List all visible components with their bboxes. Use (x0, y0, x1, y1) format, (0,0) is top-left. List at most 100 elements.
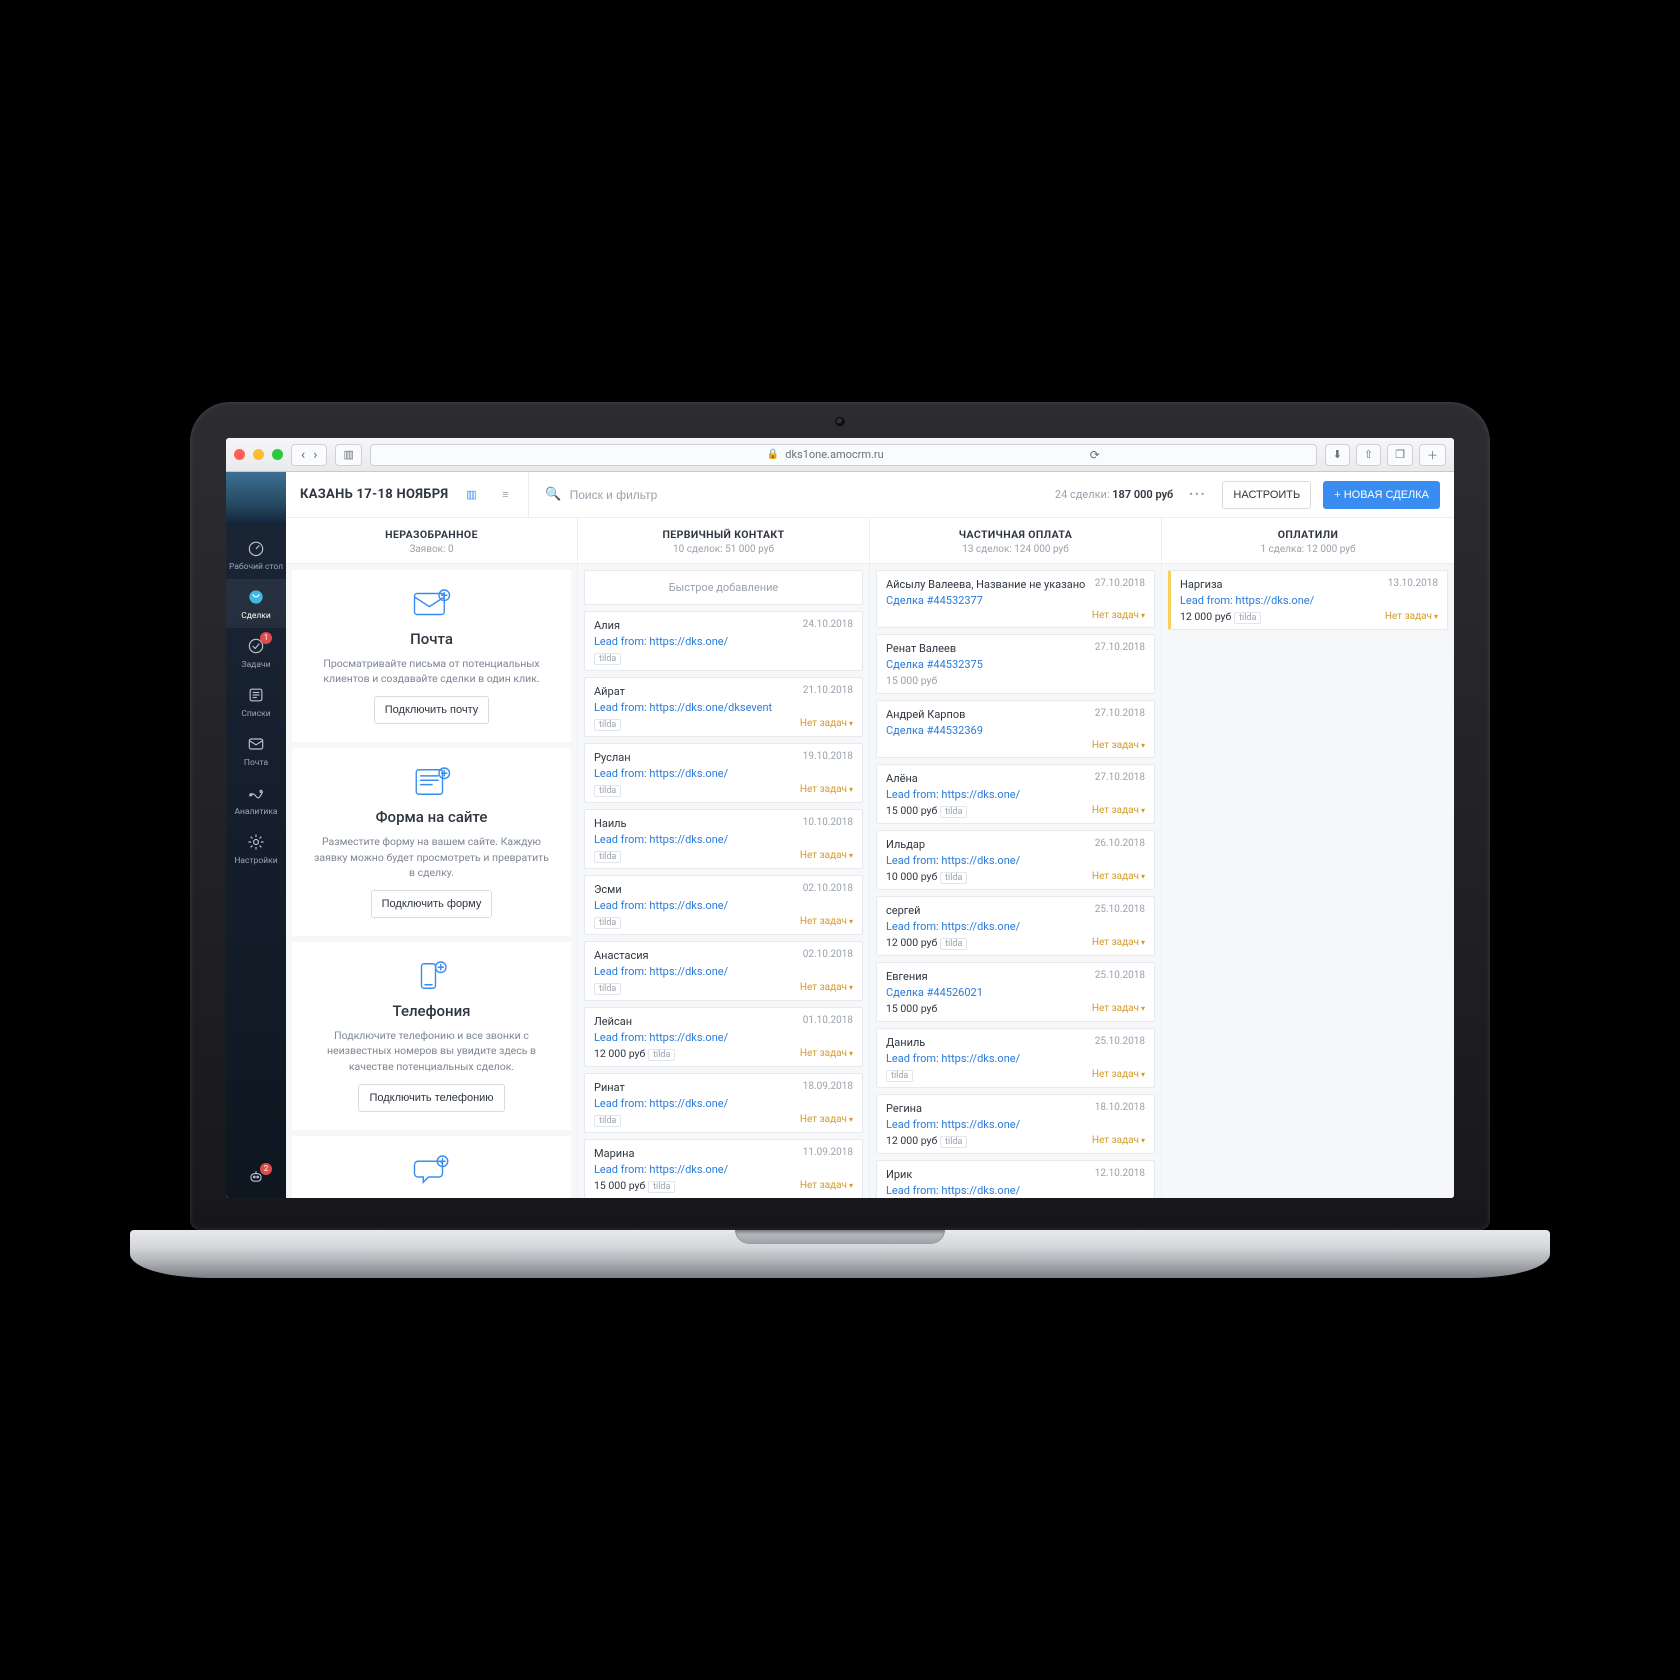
lead-card[interactable]: Даниль25.10.2018Lead from: https://dks.o… (876, 1028, 1155, 1088)
card-lead-link[interactable]: Lead from: https://dks.one/ (594, 1163, 853, 1176)
sidebar-item-tasks[interactable]: 1 Задачи (226, 628, 286, 677)
search-input[interactable] (570, 488, 830, 502)
more-menu[interactable]: ••• (1185, 488, 1210, 501)
no-task-label[interactable]: Нет задач (1092, 1135, 1145, 1146)
lead-card[interactable]: Анастасия02.10.2018Lead from: https://dk… (584, 941, 863, 1001)
no-task-label[interactable]: Нет задач (1092, 740, 1145, 751)
lead-card[interactable]: Эсми02.10.2018Lead from: https://dks.one… (584, 875, 863, 935)
search-icon: 🔍 (545, 487, 561, 502)
card-lead-link[interactable]: Lead from: https://dks.one/ (886, 1118, 1145, 1131)
card-lead-link[interactable]: Lead from: https://dks.one/ (886, 920, 1145, 933)
no-task-label[interactable]: Нет задач (1092, 1069, 1145, 1080)
card-lead-link[interactable]: Lead from: https://dks.one/ (886, 1184, 1145, 1197)
card-date: 13.10.2018 (1388, 578, 1438, 589)
promo-connect-button[interactable]: Подключить почту (374, 696, 490, 724)
sidebar-item-mail[interactable]: Почта (226, 726, 286, 775)
lead-card[interactable]: Евгения25.10.2018Сделка #4452602115 000 … (876, 962, 1155, 1022)
window-maximize-icon[interactable] (272, 449, 283, 460)
chevron-left-icon[interactable]: ‹ (299, 448, 307, 462)
lead-card[interactable]: Руслан19.10.2018Lead from: https://dks.o… (584, 743, 863, 803)
no-task-label[interactable]: Нет задач (1385, 611, 1438, 622)
lead-card[interactable]: Ильдар26.10.2018Lead from: https://dks.o… (876, 830, 1155, 890)
lead-card[interactable]: Ирик12.10.2018Lead from: https://dks.one… (876, 1160, 1155, 1198)
sidebar-toggle-button[interactable]: ▥ (335, 444, 361, 466)
column-body[interactable]: Быстрое добавление Алия24.10.2018Lead fro… (578, 564, 869, 1198)
sidebar-item-deals[interactable]: Сделки (226, 579, 286, 628)
card-lead-link[interactable]: Lead from: https://dks.one/ (594, 965, 853, 978)
no-task-label[interactable]: Нет задач (800, 982, 853, 993)
no-task-label[interactable]: Нет задач (800, 1180, 853, 1191)
lead-card[interactable]: Ринат18.09.2018Lead from: https://dks.on… (584, 1073, 863, 1133)
download-button[interactable]: ⬇ (1325, 444, 1350, 466)
address-bar[interactable]: 🔒 dks1one.amocrm.ru ⟳ (370, 444, 1317, 466)
column-body[interactable]: ПочтаПросматривайте письма от потенциаль… (286, 564, 577, 1198)
no-task-label[interactable]: Нет задач (1092, 805, 1145, 816)
search[interactable]: 🔍 (528, 472, 1042, 517)
card-lead-link[interactable]: Lead from: https://dks.one/ (886, 1052, 1145, 1065)
no-task-label[interactable]: Нет задач (1092, 937, 1145, 948)
promo-connect-button[interactable]: Подключить форму (371, 890, 493, 918)
no-task-label[interactable]: Нет задач (800, 784, 853, 795)
kanban-column: ЧАСТИЧНАЯ ОПЛАТА 13 сделок: 124 000 руб Ай… (870, 518, 1162, 1198)
nav-back-forward[interactable]: ‹ › (291, 444, 327, 466)
window-close-icon[interactable] (234, 449, 245, 460)
sidebar-item-notifications[interactable]: 2 (226, 1159, 286, 1198)
lead-card[interactable]: Алёна27.10.2018Lead from: https://dks.on… (876, 764, 1155, 824)
card-lead-link[interactable]: Сделка #44532375 (886, 658, 1145, 671)
card-lead-link[interactable]: Lead from: https://dks.one/ (594, 767, 853, 780)
card-lead-link[interactable]: Lead from: https://dks.one/ (594, 635, 853, 648)
lead-card[interactable]: Наиль10.10.2018Lead from: https://dks.on… (584, 809, 863, 869)
reload-icon[interactable]: ⟳ (1090, 448, 1100, 462)
lead-card[interactable]: Андрей Карпов27.10.2018Сделка #44532369Н… (876, 700, 1155, 758)
lead-card[interactable]: Айрат21.10.2018Lead from: https://dks.on… (584, 677, 863, 737)
card-lead-link[interactable]: Lead from: https://dks.one/ (886, 788, 1145, 801)
no-task-label[interactable]: Нет задач (800, 718, 853, 729)
card-lead-link[interactable]: Lead from: https://dks.one/ (594, 1031, 853, 1044)
quick-add[interactable]: Быстрое добавление (584, 570, 863, 605)
column-subtitle: 13 сделок: 124 000 руб (878, 544, 1153, 555)
window-minimize-icon[interactable] (253, 449, 264, 460)
sidebar-item-lists[interactable]: Списки (226, 677, 286, 726)
card-lead-link[interactable]: Lead from: https://dks.one/ (594, 899, 853, 912)
sidebar-item-analytics[interactable]: Аналитика (226, 775, 286, 824)
lead-card[interactable]: Лейсан01.10.2018Lead from: https://dks.o… (584, 1007, 863, 1067)
no-task-label[interactable]: Нет задач (800, 916, 853, 927)
lead-card[interactable]: Регина18.10.2018Lead from: https://dks.o… (876, 1094, 1155, 1154)
column-title: ЧАСТИЧНАЯ ОПЛАТА (878, 528, 1153, 541)
card-lead-link[interactable]: Сделка #44526021 (886, 986, 1145, 999)
column-header: ОПЛАТИЛИ1 сделка: 12 000 руб (1162, 518, 1454, 564)
lead-card[interactable]: Марина11.09.2018Lead from: https://dks.o… (584, 1139, 863, 1198)
no-task-label[interactable]: Нет задач (800, 1048, 853, 1059)
no-task-label[interactable]: Нет задач (800, 850, 853, 861)
lead-card[interactable]: Наргиза13.10.2018Lead from: https://dks.… (1168, 570, 1448, 630)
no-task-label[interactable]: Нет задач (800, 1114, 853, 1125)
no-task-label[interactable]: Нет задач (1092, 610, 1145, 621)
card-lead-link[interactable]: Lead from: https://dks.one/ (886, 854, 1145, 867)
card-lead-link[interactable]: Lead from: https://dks.one/ (594, 1097, 853, 1110)
lead-card[interactable]: Айсылу Валеева, Название не указано27.10… (876, 570, 1155, 628)
list-view-icon[interactable]: ≡ (494, 484, 516, 506)
no-task-label[interactable]: Нет задач (1092, 1003, 1145, 1014)
new-tab-button[interactable]: ＋ (1419, 444, 1446, 466)
lead-card[interactable]: Алия24.10.2018Lead from: https://dks.one… (584, 611, 863, 671)
workspace-thumbnail[interactable] (226, 472, 286, 524)
lead-card[interactable]: сергей25.10.2018Lead from: https://dks.o… (876, 896, 1155, 956)
card-lead-link[interactable]: Сделка #44532377 (886, 594, 1145, 607)
lead-card[interactable]: Ренат Валеев27.10.2018Сделка #4453237515… (876, 634, 1155, 694)
sidebar-item-settings[interactable]: Настройки (226, 824, 286, 873)
card-lead-link[interactable]: Сделка #44532369 (886, 724, 1145, 737)
card-lead-link[interactable]: Lead from: https://dks.one/ (1180, 594, 1438, 607)
column-body[interactable]: Наргиза13.10.2018Lead from: https://dks.… (1162, 564, 1454, 1198)
no-task-label[interactable]: Нет задач (1092, 871, 1145, 882)
chevron-right-icon[interactable]: › (311, 448, 319, 462)
new-deal-button[interactable]: + НОВАЯ СДЕЛКА (1323, 481, 1440, 509)
column-body[interactable]: Айсылу Валеева, Название не указано27.10… (870, 564, 1161, 1198)
promo-connect-button[interactable]: Подключить телефонию (358, 1084, 504, 1112)
card-lead-link[interactable]: Lead from: https://dks.one/dksevent (594, 701, 853, 714)
tabs-button[interactable]: ❐ (1387, 444, 1413, 466)
share-button[interactable]: ⇧ (1356, 444, 1381, 466)
sidebar-item-desktop[interactable]: Рабочий стол (226, 530, 286, 579)
card-lead-link[interactable]: Lead from: https://dks.one/ (594, 833, 853, 846)
configure-button[interactable]: НАСТРОИТЬ (1222, 481, 1311, 509)
kanban-view-icon[interactable]: ▥ (460, 484, 482, 506)
